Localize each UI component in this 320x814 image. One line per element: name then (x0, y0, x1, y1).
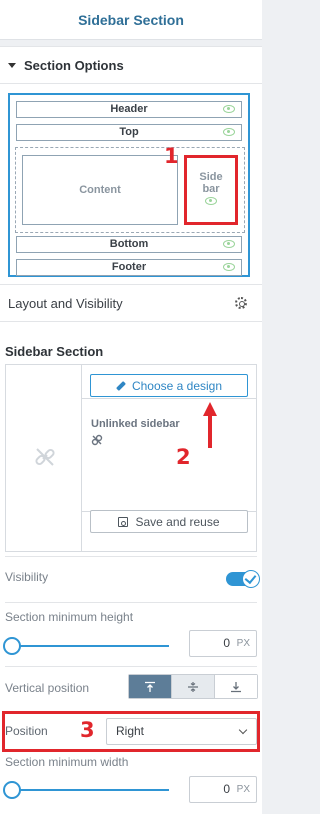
preview-footer-label: Footer (111, 261, 147, 273)
min-width-value: 0 (223, 782, 230, 796)
preview-bottom-row[interactable]: Bottom (16, 236, 242, 253)
chevron-down-icon (238, 725, 248, 735)
sidebar-section-panel: Sidebar Section Choose a design Unlinked… (0, 322, 262, 814)
preview-sidebar-label-2: bar (202, 183, 220, 195)
position-label: Position (5, 724, 48, 738)
align-top-button[interactable] (129, 675, 172, 698)
preview-middle-area: Content Side bar (15, 147, 245, 233)
min-width-slider-track[interactable] (12, 789, 169, 791)
annotation-marker-3: 3 (80, 718, 95, 742)
visibility-label: Visibility (5, 570, 49, 584)
preview-sidebar-block[interactable]: Side bar (184, 155, 238, 225)
check-icon (242, 570, 260, 588)
preview-footer-row[interactable]: Footer (16, 259, 242, 276)
preview-content-block[interactable]: Content (22, 155, 178, 225)
unlink-icon (35, 448, 55, 466)
divider (5, 602, 257, 603)
eye-icon[interactable] (223, 240, 235, 248)
min-height-input[interactable]: 0 PX (189, 630, 257, 657)
annotation-arrow-icon (203, 402, 217, 448)
save-icon (118, 516, 129, 527)
position-select-value: Right (116, 724, 145, 738)
min-width-unit[interactable]: PX (237, 777, 250, 802)
align-middle-button[interactable] (172, 675, 215, 698)
preview-top-label: Top (119, 126, 139, 138)
section-options-label: Section Options (24, 57, 124, 73)
min-width-label: Section minimum width (5, 755, 129, 769)
min-height-label: Section minimum height (5, 610, 134, 624)
brush-icon (116, 380, 126, 391)
preview-header-label: Header (110, 103, 148, 115)
vertical-position-group (128, 674, 258, 699)
min-width-slider-handle[interactable] (3, 781, 21, 799)
section-options-header[interactable]: Section Options (0, 46, 262, 84)
save-reuse-button[interactable]: Save and reuse (90, 510, 248, 533)
preview-bottom-label: Bottom (109, 238, 149, 250)
caret-down-icon (8, 62, 16, 68)
visibility-toggle[interactable] (226, 570, 260, 588)
eye-icon[interactable] (205, 197, 217, 205)
align-bottom-icon (231, 681, 241, 692)
panel-title: Sidebar Section (0, 0, 262, 40)
min-height-value: 0 (223, 636, 230, 650)
eye-icon[interactable] (223, 263, 235, 271)
divider (5, 666, 257, 667)
preview-header-row[interactable]: Header (16, 101, 242, 118)
align-middle-icon (188, 681, 198, 692)
preview-content-label: Content (79, 184, 121, 196)
annotation-marker-2: 2 (176, 445, 191, 469)
min-width-input[interactable]: 0 PX (189, 776, 257, 803)
eye-icon[interactable] (223, 105, 235, 113)
layout-visibility-label: Layout and Visibility (8, 295, 123, 311)
unlinked-sidebar-label: Unlinked sidebar (91, 418, 180, 430)
align-bottom-button[interactable] (215, 675, 257, 698)
layout-preview-panel: Header Top Content Side bar Bottom Foote… (0, 84, 262, 284)
position-select[interactable]: Right (106, 718, 257, 745)
min-height-slider-track[interactable] (12, 645, 169, 647)
save-reuse-label: Save and reuse (135, 514, 220, 529)
preview-sidebar-label-1: Side (199, 171, 223, 183)
min-height-slider-handle[interactable] (3, 637, 21, 655)
annotation-marker-1: 1 (164, 144, 179, 168)
choose-design-button[interactable]: Choose a design (90, 374, 248, 397)
vertical-position-label: Vertical position (5, 681, 90, 695)
layout-preview: Header Top Content Side bar Bottom Foote… (8, 93, 250, 277)
design-preview-area (6, 365, 82, 551)
choose-design-label: Choose a design (131, 378, 223, 393)
align-top-icon (145, 681, 155, 692)
unlink-icon (91, 434, 103, 446)
divider (5, 556, 257, 557)
eye-icon[interactable] (223, 128, 235, 136)
layout-visibility-row[interactable]: Layout and Visibility (0, 284, 262, 322)
gear-icon[interactable] (235, 297, 247, 309)
preview-top-row[interactable]: Top (16, 124, 242, 141)
sidebar-section-title: Sidebar Section (5, 344, 104, 359)
min-height-unit[interactable]: PX (237, 631, 250, 656)
